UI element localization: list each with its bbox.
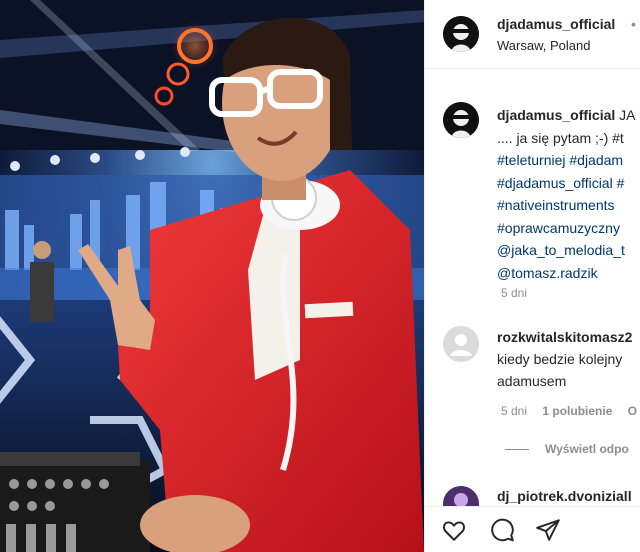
caption-hashtag-line[interactable]: #nativeinstruments <box>497 194 640 217</box>
comment-item: rozkwitalskitomasz2 kiedy bedzie kolejny… <box>497 326 640 392</box>
caption-author-avatar[interactable] <box>443 102 479 138</box>
comment-meta: 5 dni 1 polubienie O <box>501 404 637 418</box>
share-icon[interactable] <box>535 517 561 543</box>
post-caption: djadamus_official JA .... ja się pytam ;… <box>497 104 640 284</box>
replies-dash <box>505 449 529 451</box>
caption-username[interactable]: djadamus_official <box>497 107 615 123</box>
comment-username[interactable]: dj_piotrek.dvoniziall <box>497 488 632 504</box>
caption-time[interactable]: 5 dni <box>501 286 527 300</box>
caption-line-2: .... ja się pytam ;-) #t <box>497 129 624 146</box>
post-action-bar <box>425 506 640 552</box>
post-photo[interactable] <box>0 0 424 552</box>
dj-photo-illustration <box>0 0 424 552</box>
post-location[interactable]: Warsaw, Poland <box>497 38 590 53</box>
header-dot-separator: • <box>631 16 636 32</box>
comment-avatar[interactable] <box>443 326 479 362</box>
heart-icon[interactable] <box>441 517 467 543</box>
view-replies-label: Wyświetl odpo <box>545 442 629 456</box>
caption-mention-line[interactable]: @tomasz.radzik <box>497 262 640 285</box>
comment-reply-button[interactable]: O <box>628 404 637 418</box>
caption-hashtag-line[interactable]: #teleturniej #djadam <box>497 149 640 172</box>
view-replies-button[interactable]: Wyświetl odpo <box>505 442 629 456</box>
author-avatar[interactable] <box>443 16 479 52</box>
caption-hashtag-line[interactable]: #oprawcamuzyczny <box>497 217 640 240</box>
comment-likes[interactable]: 1 polubienie <box>542 404 612 418</box>
comment-icon[interactable] <box>489 517 515 543</box>
author-username[interactable]: djadamus_official <box>497 16 615 32</box>
caption-mention-line[interactable]: @jaka_to_melodia_t <box>497 239 640 262</box>
caption-hashtag-line[interactable]: #djadamus_official # <box>497 172 640 195</box>
comment-text: kiedy bedzie kolejny <box>497 351 623 367</box>
comment-text: adamusem <box>497 373 567 389</box>
comment-time[interactable]: 5 dni <box>501 404 527 418</box>
post-sidebar: djadamus_official • Warsaw, Poland djada… <box>424 0 640 552</box>
caption-text-start: JA <box>615 107 636 123</box>
post-header: djadamus_official • Warsaw, Poland <box>425 0 640 69</box>
caption-line-1: djadamus_official JA <box>497 104 640 127</box>
comment-username[interactable]: rozkwitalskitomasz2 <box>497 329 632 345</box>
